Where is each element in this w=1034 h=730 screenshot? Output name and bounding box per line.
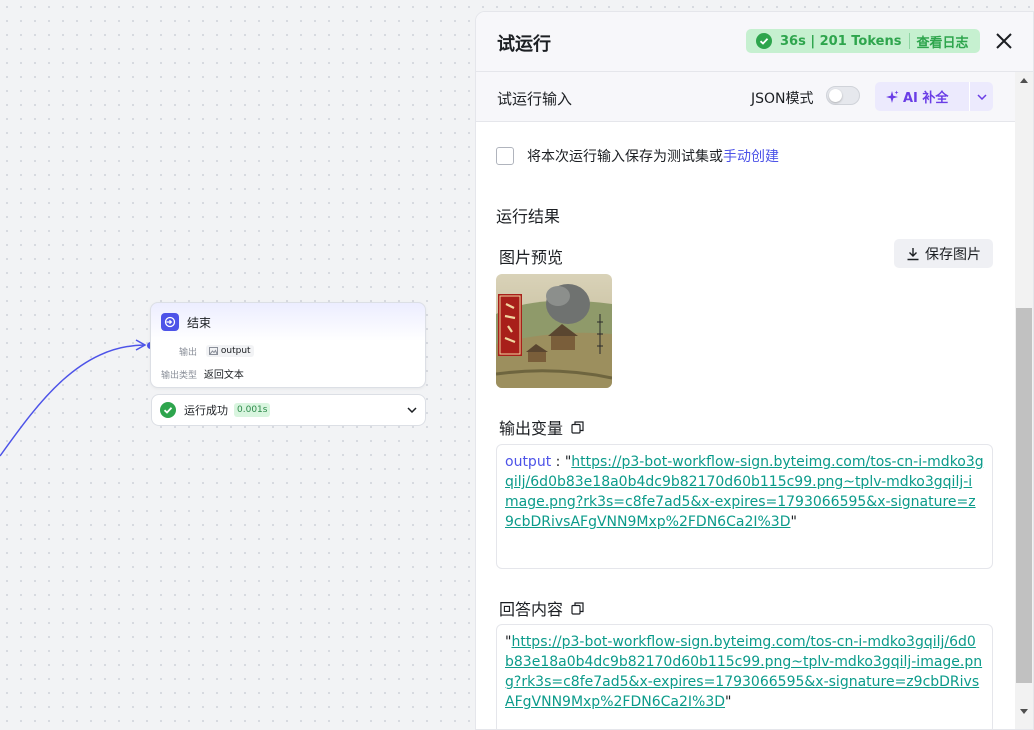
end-node-icon bbox=[161, 313, 179, 331]
image-icon bbox=[208, 347, 218, 355]
chevron-down-icon[interactable] bbox=[407, 407, 417, 413]
image-preview-title: 图片预览 bbox=[499, 248, 564, 267]
quote-close: " bbox=[725, 694, 732, 710]
test-input-bar: 试运行输入 JSON模式 AI 补全 bbox=[476, 72, 1033, 122]
output-key: output bbox=[505, 454, 552, 470]
answer-content-header: 回答内容 bbox=[499, 596, 584, 620]
json-mode-toggle[interactable] bbox=[826, 86, 860, 105]
quote-close: " bbox=[790, 514, 797, 530]
save-testset-checkbox[interactable] bbox=[496, 147, 514, 165]
output-separator: : bbox=[551, 454, 565, 470]
toggle-knob bbox=[829, 89, 842, 102]
view-log-link[interactable]: 查看日志 bbox=[916, 32, 968, 51]
save-testset-text: 将本次运行输入保存为测试集或手动创建 bbox=[527, 146, 779, 166]
run-time-badge: 0.001s bbox=[234, 403, 271, 417]
output-var-chip: output bbox=[205, 345, 254, 357]
run-result-title: 运行结果 bbox=[496, 207, 561, 226]
output-url-link[interactable]: https://p3-bot-workflow-sign.byteimg.com… bbox=[505, 454, 984, 530]
chevron-down-icon bbox=[976, 93, 987, 100]
output-variable-header: 输出变量 bbox=[499, 415, 584, 439]
output-label: 输出 bbox=[179, 348, 198, 358]
output-var-name: output bbox=[220, 346, 251, 356]
ai-complete-label: AI 补全 bbox=[903, 91, 949, 106]
check-circle-icon bbox=[160, 402, 176, 418]
ai-complete-button[interactable]: AI 补全 bbox=[875, 82, 969, 111]
answer-content-box: "https://p3-bot-workflow-sign.byteimg.co… bbox=[496, 624, 993, 729]
run-summary-badge: 36s | 201 Tokens 查看日志 bbox=[746, 29, 980, 53]
node-output-row: 输出 output bbox=[179, 345, 254, 358]
preview-image[interactable] bbox=[496, 274, 612, 388]
save-image-label: 保存图片 bbox=[925, 246, 981, 263]
ai-options-dropdown[interactable] bbox=[970, 82, 993, 111]
save-testset-row: 将本次运行输入保存为测试集或手动创建 bbox=[496, 146, 779, 166]
test-run-panel: 试运行 36s | 201 Tokens 查看日志 试运行输入 JSON模式 A… bbox=[475, 11, 1034, 730]
download-icon bbox=[907, 247, 919, 260]
scroll-up-arrow-icon[interactable] bbox=[1020, 78, 1028, 83]
test-input-title: 试运行输入 bbox=[497, 90, 573, 108]
output-type-label: 输出类型 bbox=[161, 371, 198, 381]
answer-content-title: 回答内容 bbox=[499, 600, 564, 619]
scroll-down-arrow-icon[interactable] bbox=[1020, 709, 1028, 714]
node-title: 结束 bbox=[187, 315, 212, 330]
run-status-card[interactable]: 运行成功 0.001s bbox=[151, 394, 426, 426]
json-mode-label: JSON模式 bbox=[751, 91, 814, 107]
sparkle-icon bbox=[886, 90, 899, 103]
run-status-text: 运行成功 bbox=[184, 404, 228, 417]
ai-complete-button-group: AI 补全 bbox=[875, 82, 993, 111]
check-circle-icon bbox=[756, 33, 772, 49]
manual-create-link[interactable]: 手动创建 bbox=[723, 149, 779, 165]
close-icon[interactable] bbox=[994, 31, 1014, 51]
output-type-value: 返回文本 bbox=[203, 370, 244, 381]
panel-title: 试运行 bbox=[497, 34, 551, 55]
answer-url-link[interactable]: https://p3-bot-workflow-sign.byteimg.com… bbox=[505, 634, 982, 710]
save-testset-label: 将本次运行输入保存为测试集或 bbox=[527, 149, 723, 165]
save-image-button[interactable]: 保存图片 bbox=[894, 239, 993, 268]
end-node[interactable]: 结束 输出 output 输出类型 返回文本 bbox=[150, 302, 426, 388]
copy-icon[interactable] bbox=[571, 601, 584, 615]
output-variable-title: 输出变量 bbox=[499, 419, 564, 438]
panel-header: 试运行 36s | 201 Tokens 查看日志 bbox=[476, 12, 1033, 72]
run-summary-text: 36s | 201 Tokens bbox=[780, 33, 902, 49]
node-type-row: 输出类型 返回文本 bbox=[161, 366, 244, 381]
scroll-thumb[interactable] bbox=[1016, 308, 1032, 683]
copy-icon[interactable] bbox=[571, 420, 584, 434]
badge-divider bbox=[909, 33, 911, 49]
output-variable-box: output : "https://p3-bot-workflow-sign.b… bbox=[496, 444, 993, 569]
panel-scrollbar[interactable] bbox=[1015, 72, 1033, 729]
